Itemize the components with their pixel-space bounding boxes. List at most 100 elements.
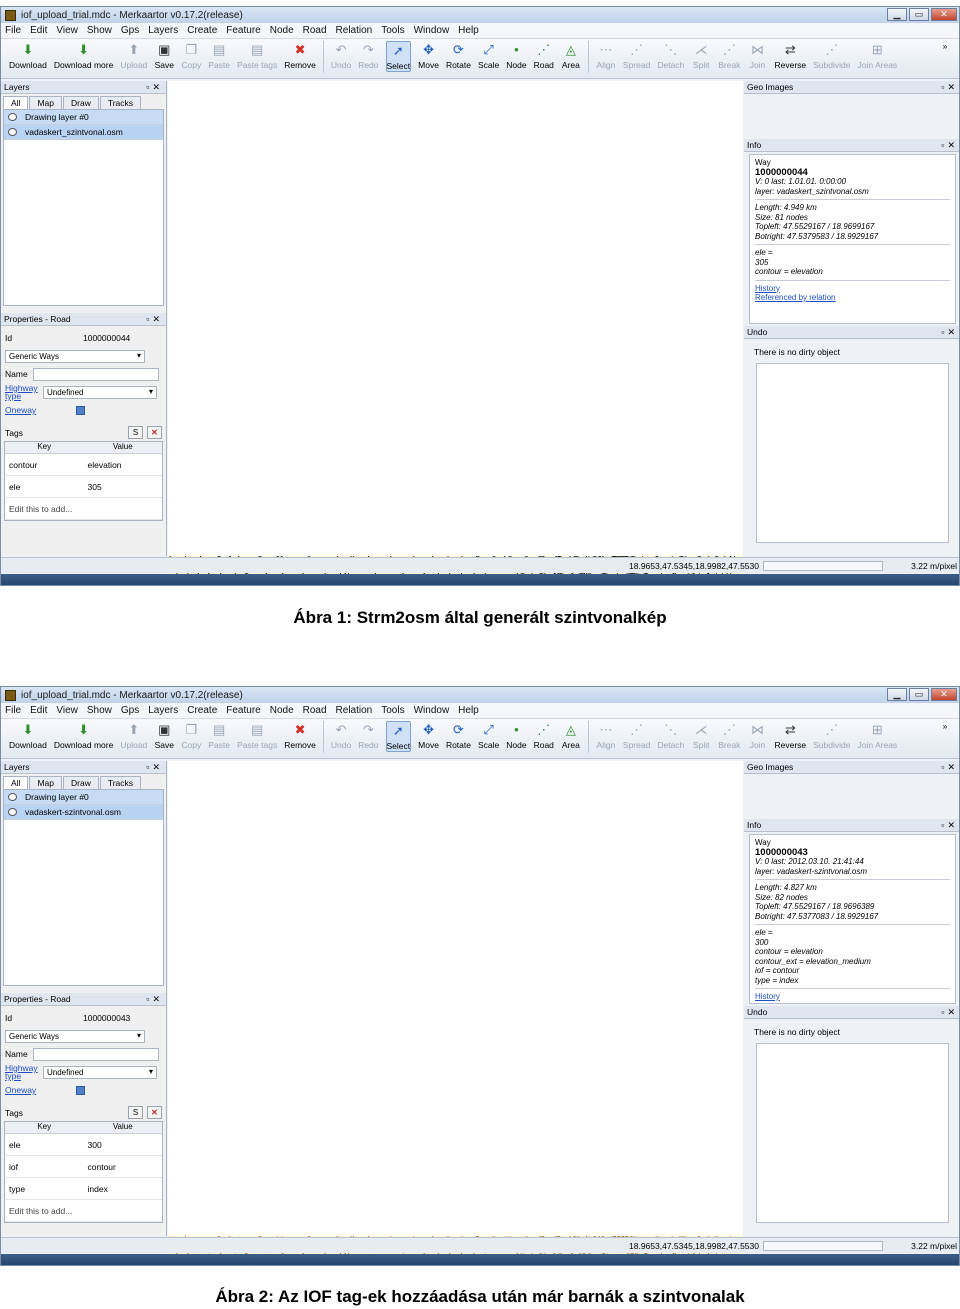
menu-road[interactable]: Road — [303, 705, 327, 716]
join-areas-button[interactable]: ⊞ Join Areas — [857, 41, 897, 70]
menu-window[interactable]: Window — [414, 25, 450, 36]
menu-view[interactable]: View — [56, 25, 78, 36]
join-button[interactable]: ⋈ Join — [747, 721, 767, 750]
menu-tools[interactable]: Tools — [381, 25, 404, 36]
tag-row[interactable]: ele 305 — [5, 476, 162, 498]
area-button[interactable]: ◬ Area — [561, 41, 581, 70]
maximize-button[interactable]: ▭ — [909, 688, 929, 701]
break-button[interactable]: ⋰ Break — [718, 41, 740, 70]
tab-tracks[interactable]: Tracks — [99, 776, 142, 789]
close-button[interactable]: ✕ — [931, 8, 957, 21]
tag-row[interactable]: iof contour — [5, 1156, 162, 1178]
tab-map[interactable]: Map — [29, 776, 62, 789]
detach-button[interactable]: ⋱ Detach — [657, 41, 684, 70]
tag-s-button[interactable]: S — [128, 426, 143, 439]
dock-float-close-icon[interactable]: ▫✕ — [941, 82, 958, 93]
reverse-button[interactable]: ⇄ Reverse — [774, 721, 806, 750]
info-link[interactable]: History — [755, 284, 950, 294]
menu-window[interactable]: Window — [414, 705, 450, 716]
menu-file[interactable]: File — [5, 25, 21, 36]
align-button[interactable]: ⋯ Align — [596, 721, 616, 750]
subdivide-button[interactable]: ⋰ Subdivide — [813, 41, 850, 70]
menu-show[interactable]: Show — [87, 705, 112, 716]
close-button[interactable]: ✕ — [931, 688, 957, 701]
info-link[interactable]: Referenced by relation — [755, 293, 950, 303]
area-button[interactable]: ◬ Area — [561, 721, 581, 750]
name-input[interactable] — [33, 1047, 159, 1061]
menu-node[interactable]: Node — [270, 25, 294, 36]
road-button[interactable]: ⋰ Road — [534, 41, 554, 70]
dock-float-close-icon[interactable]: ▫✕ — [941, 820, 958, 831]
tag-row[interactable]: type index — [5, 1178, 162, 1200]
paste-tags-button[interactable]: ▤ Paste tags — [237, 721, 277, 750]
menu-help[interactable]: Help — [458, 705, 479, 716]
dock-float-close-icon[interactable]: ▫✕ — [146, 314, 163, 325]
menu-feature[interactable]: Feature — [226, 25, 260, 36]
menu-node[interactable]: Node — [270, 705, 294, 716]
remove-button[interactable]: ✖ Remove — [284, 721, 316, 750]
info-link[interactable]: History — [755, 992, 950, 1002]
menu-gps[interactable]: Gps — [121, 705, 139, 716]
remove-button[interactable]: ✖ Remove — [284, 41, 316, 70]
oneway-link[interactable]: Oneway — [5, 405, 36, 415]
highway-type-link[interactable]: Highway type — [5, 384, 43, 401]
menu-feature[interactable]: Feature — [226, 705, 260, 716]
menu-relation[interactable]: Relation — [336, 25, 373, 36]
minimize-button[interactable]: ▁ — [887, 688, 907, 701]
dock-float-close-icon[interactable]: ▫✕ — [146, 994, 163, 1005]
download-more-button[interactable]: ⬇ Download more — [54, 41, 114, 70]
tag-s-button[interactable]: S — [128, 1106, 143, 1119]
tag-key[interactable]: contour — [5, 460, 84, 470]
info-link[interactable]: Referenced by relation — [755, 1002, 950, 1004]
join-button[interactable]: ⋈ Join — [747, 41, 767, 70]
tab-all[interactable]: All — [3, 776, 29, 789]
maximize-button[interactable]: ▭ — [909, 8, 929, 21]
menu-help[interactable]: Help — [458, 25, 479, 36]
scale-button[interactable]: ⤢ Scale — [478, 721, 499, 750]
spread-button[interactable]: ⋰ Spread — [623, 41, 650, 70]
visibility-eye-icon[interactable] — [8, 113, 17, 121]
road-button[interactable]: ⋰ Road — [534, 721, 554, 750]
copy-button[interactable]: ❐ Copy — [181, 41, 201, 70]
highway-type-select[interactable]: Undefined — [43, 1065, 157, 1079]
dock-float-close-icon[interactable]: ▫✕ — [146, 762, 163, 773]
redo-button[interactable]: ↷ Redo — [358, 721, 378, 750]
highway-type-link[interactable]: Highway type — [5, 1064, 43, 1081]
tag-row[interactable]: ele 300 — [5, 1134, 162, 1156]
menu-create[interactable]: Create — [187, 705, 217, 716]
tag-add-row[interactable]: Edit this to add... — [5, 504, 162, 514]
highway-type-select[interactable]: Undefined — [43, 385, 157, 399]
map-canvas[interactable] — [168, 81, 743, 556]
name-input[interactable] — [33, 367, 159, 381]
save-button[interactable]: ▣ Save — [154, 41, 174, 70]
menu-show[interactable]: Show — [87, 25, 112, 36]
spread-button[interactable]: ⋰ Spread — [623, 721, 650, 750]
tab-map[interactable]: Map — [29, 96, 62, 109]
join-areas-button[interactable]: ⊞ Join Areas — [857, 721, 897, 750]
menu-gps[interactable]: Gps — [121, 25, 139, 36]
tag-add-row[interactable]: Edit this to add... — [5, 1206, 162, 1216]
layer-item[interactable]: Drawing layer #0 — [4, 790, 163, 805]
tag-remove-button[interactable]: ✕ — [147, 1106, 162, 1119]
tag-key[interactable]: ele — [5, 482, 84, 492]
map-canvas[interactable] — [168, 761, 743, 1236]
undo-button[interactable]: ↶ Undo — [331, 721, 351, 750]
tag-value[interactable]: elevation — [84, 460, 163, 470]
tag-remove-button[interactable]: ✕ — [147, 426, 162, 439]
paste-button[interactable]: ▤ Paste — [208, 721, 230, 750]
layer-item[interactable]: vadaskert_szintvonal.osm — [4, 125, 163, 140]
split-button[interactable]: ⋌ Split — [691, 721, 711, 750]
visibility-eye-icon[interactable] — [8, 128, 17, 136]
split-button[interactable]: ⋌ Split — [691, 41, 711, 70]
menu-create[interactable]: Create — [187, 25, 217, 36]
tab-draw[interactable]: Draw — [63, 96, 99, 109]
download-more-button[interactable]: ⬇ Download more — [54, 721, 114, 750]
menu-view[interactable]: View — [56, 705, 78, 716]
download-button[interactable]: ⬇ Download — [9, 721, 47, 750]
download-button[interactable]: ⬇ Download — [9, 41, 47, 70]
tag-value[interactable]: 305 — [84, 482, 163, 492]
detach-button[interactable]: ⋱ Detach — [657, 721, 684, 750]
tag-key[interactable]: type — [5, 1184, 84, 1194]
tab-draw[interactable]: Draw — [63, 776, 99, 789]
tag-value[interactable]: index — [84, 1184, 163, 1194]
